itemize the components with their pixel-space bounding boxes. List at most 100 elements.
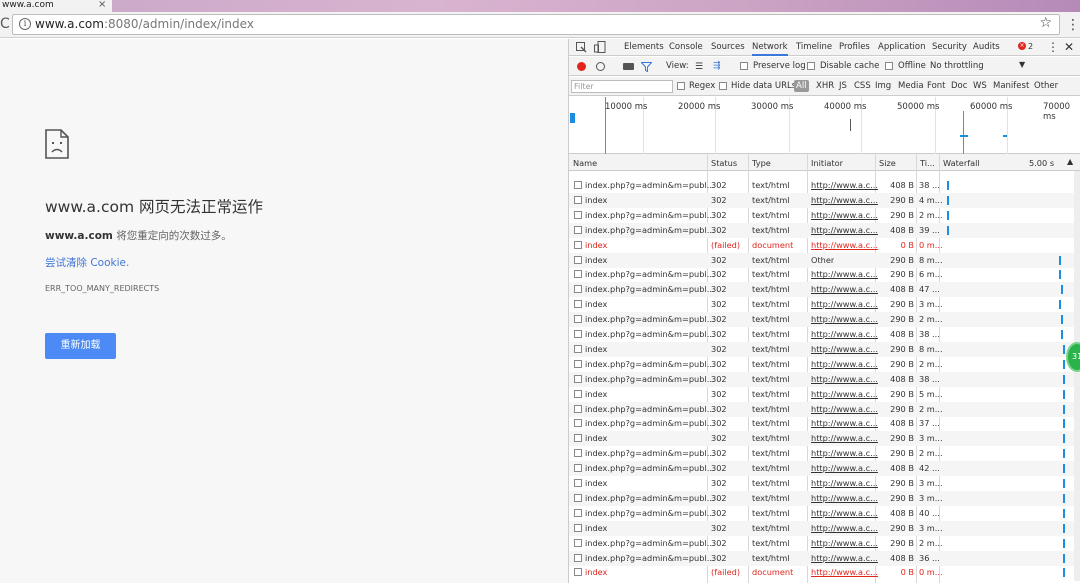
request-initiator[interactable]: http://www.a.c... [811,195,878,205]
chevron-down-icon[interactable]: ▼ [1019,60,1025,69]
tab-close-icon[interactable]: × [98,0,106,10]
regex-checkbox[interactable] [677,82,685,90]
browser-menu-icon[interactable]: ⋮ [1066,17,1080,33]
request-initiator[interactable]: http://www.a.c... [811,404,878,414]
request-initiator[interactable]: http://www.a.c... [811,269,878,279]
network-overview[interactable]: 10000 ms 20000 ms 30000 ms 40000 ms 5000… [569,97,1080,154]
request-initiator[interactable]: http://www.a.c... [811,478,878,488]
table-row[interactable]: index 302 text/html http://www.a.c... 290 B 8… [569,341,1080,357]
request-initiator[interactable]: http://www.a.c... [811,374,878,384]
table-row[interactable]: index 302 text/html http://www.a.c... 290 B 3… [569,297,1080,312]
browser-tab[interactable]: www.a.com × [0,0,112,12]
table-row[interactable]: index.php?g=admin&m=publ... 302 text/html h… [569,178,1080,193]
devtools-close-icon[interactable]: ✕ [1064,40,1074,54]
address-bar[interactable]: i www.a.com:8080/admin/index/index ☆ [12,14,1060,35]
table-row[interactable]: index (failed) document http://www.a.c... 0 … [569,565,1080,580]
table-row[interactable]: index.php?g=admin&m=publ... 302 text/html h… [569,327,1080,342]
table-row[interactable]: index 302 text/html Other 290 B 8 m... [569,252,1080,268]
table-row[interactable]: index 302 text/html http://www.a.c... 290 B 4… [569,192,1080,208]
table-row[interactable]: index 302 text/html http://www.a.c... 290 B 3… [569,520,1080,536]
overview-icon[interactable]: ⇶ [713,61,721,71]
table-row[interactable]: index.php?g=admin&m=publ... 302 text/html h… [569,416,1080,431]
column-time[interactable]: Ti... [920,158,935,168]
tab-application[interactable]: Application [878,42,926,52]
tab-console[interactable]: Console [669,42,703,52]
inspect-element-icon[interactable] [576,42,587,53]
table-row[interactable]: index.php?g=admin&m=publ... 302 text/html h… [569,446,1080,461]
request-initiator[interactable]: http://www.a.c... [811,493,878,503]
filter-type-font[interactable]: Font [927,81,946,91]
request-initiator[interactable]: http://www.a.c... [811,314,878,324]
table-row[interactable]: index.php?g=admin&m=publ... 302 text/html h… [569,506,1080,521]
request-initiator[interactable]: http://www.a.c... [811,359,878,369]
filter-icon[interactable] [641,62,652,72]
record-icon[interactable] [577,62,586,71]
filter-type-doc[interactable]: Doc [951,81,967,91]
table-row[interactable]: index.php?g=admin&m=publ... 302 text/html h… [569,312,1080,328]
column-waterfall[interactable]: Waterfall [943,158,980,168]
table-row[interactable]: index (failed) document http://www.a.c... 0 … [569,238,1080,253]
request-initiator[interactable]: http://www.a.c... [811,433,878,443]
filter-type-css[interactable]: CSS [854,81,871,91]
clear-icon[interactable] [596,62,605,71]
capture-screenshots-icon[interactable] [623,63,634,70]
reload-icon[interactable]: C [0,16,10,32]
clear-cookies-link[interactable]: 尝试清除 Cookie. [45,255,129,270]
column-size[interactable]: Size [879,158,896,168]
table-row[interactable]: index.php?g=admin&m=publ... 302 text/html h… [569,490,1080,506]
filter-input[interactable]: Filter [571,80,673,93]
table-row[interactable]: index.php?g=admin&m=publ... 302 text/html h… [569,267,1080,282]
preserve-log-checkbox[interactable] [740,62,748,70]
filter-type-manifest[interactable]: Manifest [993,81,1029,91]
request-initiator[interactable]: http://www.a.c... [811,180,878,190]
url-text[interactable]: www.a.com:8080/admin/index/index [35,17,254,31]
request-initiator[interactable]: http://www.a.c... [811,508,878,518]
request-initiator[interactable]: http://www.a.c... [811,389,878,399]
request-initiator[interactable]: http://www.a.c... [811,225,878,235]
table-row[interactable]: index.php?g=admin&m=publ... 302 text/html h… [569,222,1080,238]
disable-cache-checkbox[interactable] [807,62,815,70]
request-initiator[interactable]: http://www.a.c... [811,448,878,458]
device-toolbar-icon[interactable] [594,41,606,53]
column-type[interactable]: Type [752,158,771,168]
table-row[interactable]: index.php?g=admin&m=publ... 302 text/html h… [569,371,1080,387]
request-initiator[interactable]: http://www.a.c... [811,523,878,533]
tab-profiles[interactable]: Profiles [839,42,870,52]
column-status[interactable]: Status [711,158,737,168]
filter-type-xhr[interactable]: XHR [816,81,834,91]
filter-type-other[interactable]: Other [1034,81,1058,91]
table-row[interactable]: index.php?g=admin&m=publ... 302 text/html h… [569,550,1080,566]
request-initiator[interactable]: http://www.a.c... [811,418,878,428]
large-rows-icon[interactable]: ☰ [695,62,703,72]
table-row[interactable]: index 302 text/html http://www.a.c... 290 B 3… [569,476,1080,491]
tab-timeline[interactable]: Timeline [796,42,832,52]
request-initiator[interactable]: http://www.a.c... [811,210,878,220]
hide-data-urls-checkbox[interactable] [719,82,727,90]
filter-type-media[interactable]: Media [898,81,924,91]
request-initiator[interactable]: http://www.a.c... [811,329,878,339]
table-row[interactable]: index.php?g=admin&m=publ... 302 text/html h… [569,461,1080,477]
throttling-select[interactable]: No throttling [930,61,984,71]
table-row[interactable]: index.php?g=admin&m=publ... 302 text/html h… [569,401,1080,417]
request-initiator[interactable]: http://www.a.c... [811,344,878,354]
column-name[interactable]: Name [573,158,597,168]
table-row[interactable]: index.php?g=admin&m=publ... 302 text/html h… [569,282,1080,298]
table-scrollbar[interactable] [1074,171,1080,581]
request-initiator[interactable]: http://www.a.c... [811,240,878,250]
filter-type-all[interactable]: All [794,80,809,92]
tab-security[interactable]: Security [932,42,967,52]
request-initiator[interactable]: http://www.a.c... [811,284,878,294]
tab-audits[interactable]: Audits [973,42,1000,52]
devtools-menu-icon[interactable]: ⋮ [1047,40,1059,54]
request-initiator[interactable]: http://www.a.c... [811,553,878,563]
tab-sources[interactable]: Sources [711,42,745,52]
tab-network[interactable]: Network [752,42,788,56]
table-row[interactable]: index 302 text/html http://www.a.c... 290 B 3… [569,431,1080,447]
request-initiator[interactable]: http://www.a.c... [811,538,878,548]
bookmark-star-icon[interactable]: ☆ [1039,15,1052,31]
offline-checkbox[interactable] [885,62,893,70]
reload-button[interactable]: 重新加载 [45,333,116,359]
error-icon[interactable]: × [1018,42,1026,50]
request-initiator[interactable]: http://www.a.c... [811,567,878,577]
filter-type-img[interactable]: Img [875,81,891,91]
